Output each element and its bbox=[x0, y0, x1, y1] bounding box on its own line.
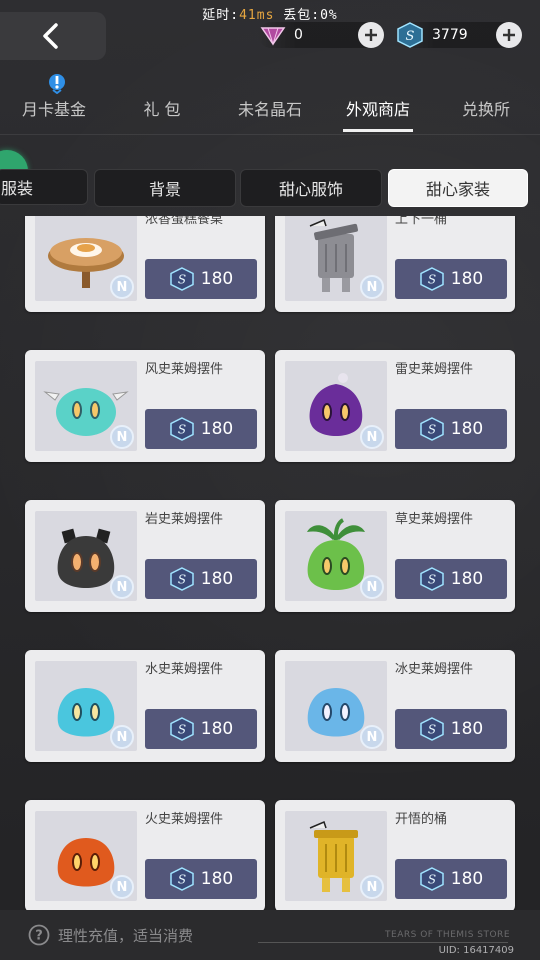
tab-monthly-fund[interactable]: 月卡基金 bbox=[0, 92, 108, 132]
rarity-badge: N bbox=[110, 575, 134, 599]
subtab-background[interactable]: 背景 bbox=[94, 169, 236, 207]
help-icon: ? bbox=[28, 924, 50, 946]
rarity-badge: N bbox=[110, 725, 134, 749]
product-name: 上下一桶 bbox=[395, 216, 448, 227]
s-crystal-icon: S bbox=[170, 267, 194, 291]
svg-text:?: ? bbox=[35, 929, 43, 944]
product-card[interactable]: N 浓香蛋糕餐桌 S 180 bbox=[25, 216, 265, 312]
product-name: 岩史莱姆摆件 bbox=[145, 512, 224, 527]
crystal-balance: S 3779 bbox=[396, 22, 522, 48]
rarity-badge: N bbox=[360, 725, 384, 749]
s-crystal-icon: S bbox=[170, 567, 194, 591]
buy-button[interactable]: S 180 bbox=[395, 259, 507, 299]
svg-text:S: S bbox=[406, 29, 415, 44]
footer: ? 理性充值，适当消费 TEARS OF THEMIS STORE UID: 1… bbox=[0, 910, 540, 960]
svg-text:S: S bbox=[428, 423, 436, 437]
product-card[interactable]: N 冰史莱姆摆件 S 180 bbox=[275, 650, 515, 762]
s-crystal-icon: S bbox=[420, 267, 444, 291]
buy-button[interactable]: S 180 bbox=[145, 409, 257, 449]
product-name: 水史莱姆摆件 bbox=[145, 662, 224, 677]
plus-icon bbox=[365, 29, 377, 41]
s-crystal-icon: S bbox=[397, 22, 423, 48]
store-name: TEARS OF THEMIS STORE bbox=[385, 930, 510, 940]
rarity-badge: N bbox=[110, 875, 134, 899]
product-card[interactable]: N 开悟的桶 S 180 bbox=[275, 800, 515, 910]
buy-button[interactable]: S 180 bbox=[145, 709, 257, 749]
rarity-badge: N bbox=[110, 275, 134, 299]
product-card[interactable]: N 雷史莱姆摆件 S 180 bbox=[275, 350, 515, 462]
svg-text:S: S bbox=[428, 873, 436, 887]
svg-text:S: S bbox=[178, 423, 186, 437]
buy-button[interactable]: S 180 bbox=[395, 559, 507, 599]
user-id: UID: 16417409 bbox=[438, 945, 514, 956]
s-crystal-icon: S bbox=[420, 867, 444, 891]
svg-text:S: S bbox=[178, 723, 186, 737]
buy-button[interactable]: S 180 bbox=[145, 859, 257, 899]
svg-text:S: S bbox=[178, 873, 186, 887]
rarity-badge: N bbox=[360, 575, 384, 599]
product-card[interactable]: N 草史莱姆摆件 S 180 bbox=[275, 500, 515, 612]
product-card[interactable]: N 风史莱姆摆件 S 180 bbox=[25, 350, 265, 462]
subtab-outfit[interactable]: 服装 bbox=[0, 169, 88, 205]
buy-button[interactable]: S 180 bbox=[145, 259, 257, 299]
product-name: 草史莱姆摆件 bbox=[395, 512, 474, 527]
product-card[interactable]: N 火史莱姆摆件 S 180 bbox=[25, 800, 265, 910]
back-button[interactable] bbox=[0, 12, 106, 60]
rarity-badge: N bbox=[360, 875, 384, 899]
s-crystal-icon: S bbox=[170, 417, 194, 441]
product-name: 风史莱姆摆件 bbox=[145, 362, 224, 377]
svg-text:S: S bbox=[428, 273, 436, 287]
tab-exchange[interactable]: 兑换所 bbox=[432, 92, 540, 132]
tab-gift-pack[interactable]: 礼 包 bbox=[108, 92, 216, 132]
s-crystal-icon: S bbox=[420, 417, 444, 441]
footer-divider bbox=[258, 942, 508, 943]
product-name: 雷史莱姆摆件 bbox=[395, 362, 474, 377]
tab-appearance-shop[interactable]: 外观商店 bbox=[324, 92, 432, 132]
rarity-badge: N bbox=[110, 425, 134, 449]
product-name: 火史莱姆摆件 bbox=[145, 812, 224, 827]
s-crystal-icon: S bbox=[170, 867, 194, 891]
svg-text:S: S bbox=[428, 723, 436, 737]
svg-text:S: S bbox=[178, 573, 186, 587]
alert-icon bbox=[49, 74, 65, 94]
svg-text:S: S bbox=[178, 273, 186, 287]
diamond-balance: 0 bbox=[258, 22, 384, 48]
tab-divider bbox=[0, 134, 540, 135]
s-crystal-icon: S bbox=[170, 717, 194, 741]
plus-icon bbox=[503, 29, 515, 41]
main-tabs: 月卡基金 礼 包 未名晶石 外观商店 兑换所 bbox=[0, 92, 540, 132]
svg-text:S: S bbox=[428, 573, 436, 587]
product-card[interactable]: N 上下一桶 S 180 bbox=[275, 216, 515, 312]
s-crystal-icon: S bbox=[420, 717, 444, 741]
buy-button[interactable]: S 180 bbox=[395, 859, 507, 899]
chevron-left-icon bbox=[43, 23, 58, 49]
buy-button[interactable]: S 180 bbox=[395, 409, 507, 449]
product-card[interactable]: N 岩史莱姆摆件 S 180 bbox=[25, 500, 265, 612]
product-name: 浓香蛋糕餐桌 bbox=[145, 216, 224, 227]
recharge-tip: ? 理性充值，适当消费 bbox=[28, 924, 193, 946]
subtab-sweetheart-furniture[interactable]: 甜心家装 bbox=[388, 169, 528, 207]
add-diamond-button[interactable] bbox=[358, 22, 384, 48]
buy-button[interactable]: S 180 bbox=[145, 559, 257, 599]
rarity-badge: N bbox=[360, 425, 384, 449]
tab-unnamed-crystal[interactable]: 未名晶石 bbox=[216, 92, 324, 132]
s-crystal-icon: S bbox=[420, 567, 444, 591]
product-name: 开悟的桶 bbox=[395, 812, 448, 827]
subtab-sweetheart-outfit[interactable]: 甜心服饰 bbox=[240, 169, 382, 207]
diamond-icon bbox=[260, 27, 286, 46]
product-card[interactable]: N 水史莱姆摆件 S 180 bbox=[25, 650, 265, 762]
product-grid: N 浓香蛋糕餐桌 S 180 N 上下一桶 S 180 N 风史莱姆摆件 S 1… bbox=[0, 216, 540, 910]
rarity-badge: N bbox=[360, 275, 384, 299]
add-crystal-button[interactable] bbox=[496, 22, 522, 48]
buy-button[interactable]: S 180 bbox=[395, 709, 507, 749]
product-name: 冰史莱姆摆件 bbox=[395, 662, 474, 677]
